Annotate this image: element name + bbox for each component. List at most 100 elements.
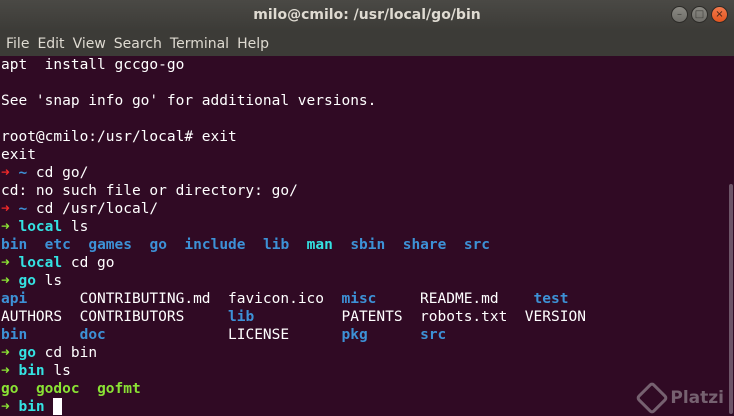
terminal-text: sbin (350, 237, 386, 253)
terminal-text: include (184, 237, 246, 253)
terminal-text: ➜ (1, 219, 19, 235)
terminal-text: bin (1, 327, 28, 343)
terminal-text: cd: no such file or directory: go/ (1, 183, 298, 199)
terminal-line: See 'snap info go' for additional versio… (1, 92, 723, 110)
scrollbar-thumb[interactable] (729, 184, 733, 414)
terminal-text: AUTHORS CONTRIBUTORS (1, 309, 228, 325)
terminal-line: AUTHORS CONTRIBUTORS lib PATENTS robots.… (1, 308, 723, 326)
menu-view[interactable]: View (69, 36, 110, 52)
menu-search[interactable]: Search (110, 36, 166, 52)
menu-edit[interactable]: Edit (33, 36, 68, 52)
terminal-text: cd go (62, 255, 115, 271)
terminal-text: share (402, 237, 447, 253)
terminal-text: LICENSE (105, 327, 342, 343)
terminal-text: go (18, 345, 36, 361)
terminal-text: ls (62, 219, 89, 235)
terminal-line: ➜ local ls (1, 218, 723, 236)
window-controls: – □ × (671, 6, 728, 23)
terminal-line: root@cmilo:/usr/local# exit (1, 128, 723, 146)
terminal-text: go (1, 381, 19, 397)
maximize-button[interactable]: □ (691, 6, 708, 23)
terminal-line: ➜ go cd bin (1, 344, 723, 362)
terminal-text: See 'snap info go' for additional versio… (1, 93, 377, 109)
terminal-text: godoc (35, 381, 80, 397)
menu-bar: File Edit View Search Terminal Help (0, 31, 734, 56)
platzi-watermark: Platzi (635, 381, 724, 415)
platzi-logo-icon (635, 381, 670, 415)
terminal-line: go godoc gofmt (1, 380, 723, 398)
terminal-text: cd go/ (27, 165, 89, 181)
terminal-text: apt install gccgo-go (1, 57, 185, 73)
terminal-text: games (88, 237, 132, 253)
terminal-text: test (533, 291, 569, 307)
terminal-text: CONTRIBUTING.md favicon.ico (27, 291, 342, 307)
terminal-text: doc (79, 327, 106, 343)
terminal-text: bin (18, 363, 45, 379)
terminal-text: root@cmilo:/usr/local# exit (1, 129, 237, 145)
menu-file[interactable]: File (2, 36, 33, 52)
terminal-line: bin doc LICENSE pkg src (1, 326, 723, 344)
terminal-line: ➜ bin (1, 398, 723, 416)
watermark-text: Platzi (670, 388, 724, 408)
terminal-line: ➜ bin ls (1, 362, 723, 380)
terminal-text: ls (35, 273, 63, 289)
terminal-text: lib (227, 309, 255, 325)
terminal-text: etc (44, 237, 71, 253)
terminal-text: ➜ (1, 255, 19, 271)
terminal-text: ➜ (1, 165, 19, 181)
terminal-output[interactable]: apt install gccgo-go See 'snap info go' f… (0, 56, 723, 416)
terminal-text: pkg (341, 327, 368, 343)
terminal-text: cd bin (35, 345, 98, 361)
terminal-text: ➜ (1, 273, 19, 289)
terminal-text: ~ (18, 165, 28, 181)
terminal-text: go (149, 237, 167, 253)
terminal-text: local (18, 255, 63, 271)
terminal-text: bin (18, 399, 45, 415)
terminal-text: lib (262, 237, 290, 253)
terminal-text: bin (1, 237, 28, 253)
minimize-button[interactable]: – (671, 6, 688, 23)
terminal-line: cd: no such file or directory: go/ (1, 182, 723, 200)
terminal-line: apt install gccgo-go (1, 56, 723, 74)
text-cursor (53, 398, 63, 415)
terminal-text: gofmt (97, 381, 141, 397)
terminal-text: local (18, 219, 63, 235)
terminal-text: src (420, 327, 447, 343)
menu-help[interactable]: Help (233, 36, 273, 52)
terminal-text: README.md (376, 291, 534, 307)
terminal-text: misc (341, 291, 377, 307)
terminal-text: ls (44, 363, 71, 379)
terminal-line: api CONTRIBUTING.md favicon.ico misc REA… (1, 290, 723, 308)
terminal-line: ➜ local cd go (1, 254, 723, 272)
close-button[interactable]: × (711, 6, 728, 23)
terminal-text: man (306, 237, 333, 253)
terminal-line: ➜ ~ cd go/ (1, 164, 723, 182)
title-bar[interactable]: milo@cmilo: /usr/local/go/bin – □ × (0, 0, 734, 31)
terminal-text: api (1, 291, 28, 307)
terminal-text: PATENTS robots.txt VERSION (254, 309, 586, 325)
terminal-text: src (463, 237, 491, 253)
terminal-line: ➜ go ls (1, 272, 723, 290)
scrollbar[interactable] (726, 56, 734, 416)
menu-terminal[interactable]: Terminal (166, 36, 233, 52)
terminal-text: ➜ (1, 363, 19, 379)
terminal-window: milo@cmilo: /usr/local/go/bin – □ × File… (0, 0, 734, 416)
terminal-text: ~ (18, 201, 28, 217)
terminal-line: ➜ ~ cd /usr/local/ (1, 200, 723, 218)
